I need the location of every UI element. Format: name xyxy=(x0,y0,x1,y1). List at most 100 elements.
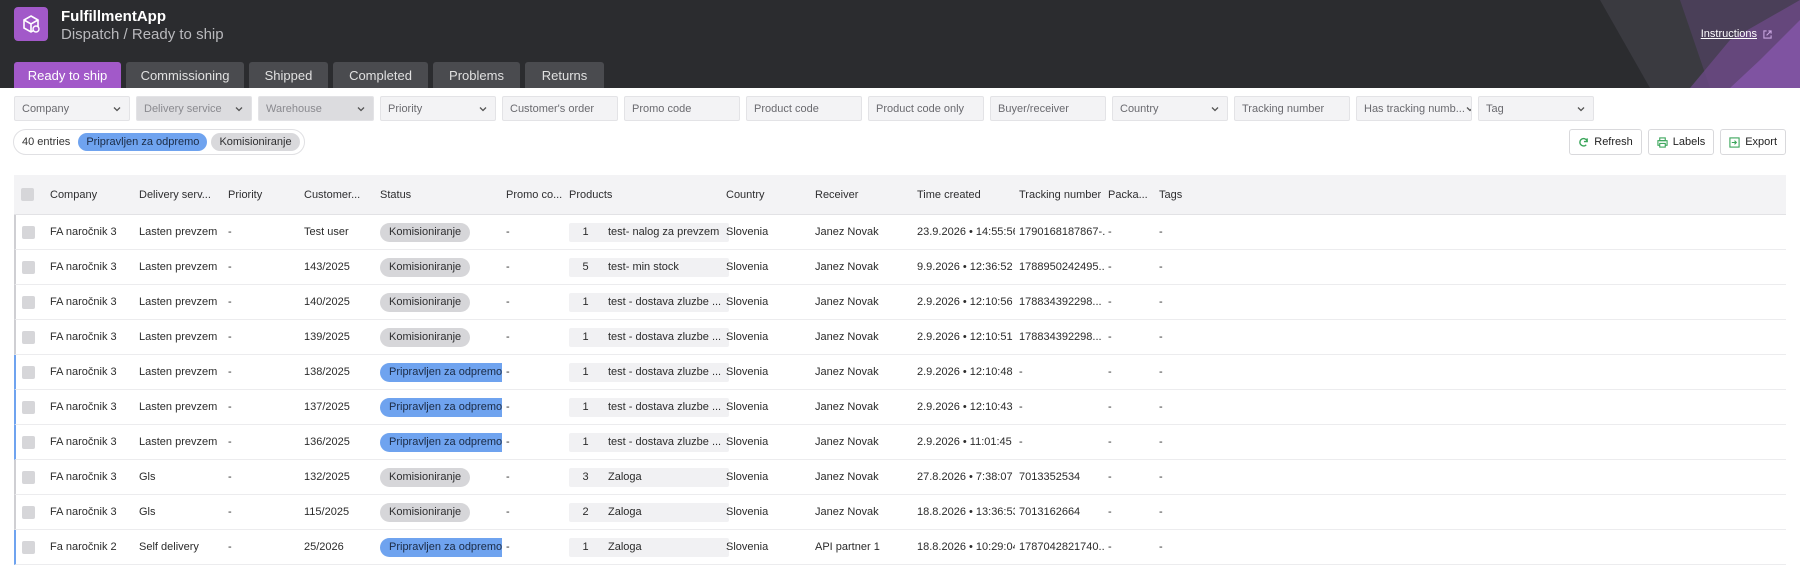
product-item[interactable]: 5 test- min stock xyxy=(569,257,729,277)
table-row[interactable]: FA naročnik 3 Lasten prevzem -137/2025 Prip… xyxy=(14,390,1786,425)
product-item[interactable]: 1 test - dostava zluzbe ... xyxy=(569,432,729,452)
cell-tags: - xyxy=(1159,250,1219,284)
cell-text: API partner 1 xyxy=(815,541,880,553)
table-row[interactable]: FA naročnik 3 Lasten prevzem -139/2025 Komi… xyxy=(14,320,1786,355)
checkbox-box xyxy=(21,188,34,201)
tab-commissioning[interactable]: Commissioning xyxy=(126,62,244,88)
column-header-order[interactable]: Customer... xyxy=(304,175,376,214)
cell-tracking: 1790168187867-... xyxy=(1019,215,1105,249)
cell-time: 2.9.2026 • 12:10:43 xyxy=(917,390,1015,424)
product-code-only-input[interactable]: Product code only xyxy=(868,96,984,121)
product-item[interactable]: 3 Zaloga xyxy=(569,467,729,487)
export-button[interactable]: Export xyxy=(1720,129,1786,155)
promo-code-input[interactable]: Promo code xyxy=(624,96,740,121)
printer-icon xyxy=(1657,136,1668,148)
cell-receiver: Janez Novak xyxy=(815,285,913,319)
column-header-tags[interactable]: Tags xyxy=(1159,175,1219,214)
cell-delivery: Lasten prevzem xyxy=(139,250,225,284)
cell-package: - xyxy=(1108,425,1156,459)
column-header-products[interactable]: Products xyxy=(569,175,729,214)
row-checkbox[interactable] xyxy=(22,425,35,459)
product-code-input[interactable]: Product code xyxy=(746,96,862,121)
column-header-status[interactable]: Status xyxy=(380,175,502,214)
status-badge: Komisioniranje xyxy=(380,467,471,487)
row-checkbox[interactable] xyxy=(22,390,35,424)
cell-text: - xyxy=(1108,506,1112,518)
product-item[interactable]: 1 test - dostava zluzbe ... xyxy=(569,362,729,382)
country-select[interactable]: Country xyxy=(1112,96,1228,121)
product-item[interactable]: 1 test- nalog za prevzem xyxy=(569,222,729,242)
tab-returns[interactable]: Returns xyxy=(525,62,604,88)
tracking-number-input[interactable]: Tracking number xyxy=(1234,96,1350,121)
column-header-company[interactable]: Company xyxy=(50,175,136,214)
refresh-button[interactable]: Refresh xyxy=(1569,129,1642,155)
chevron-down-icon xyxy=(1466,106,1471,111)
column-header-time[interactable]: Time created xyxy=(917,175,1015,214)
tab-problems[interactable]: Problems xyxy=(433,62,520,88)
table-row[interactable]: FA naročnik 3 Lasten prevzem -143/2025 Komi… xyxy=(14,250,1786,285)
cell-tracking: 7013162664 xyxy=(1019,495,1105,529)
row-checkbox[interactable] xyxy=(22,215,35,249)
cell-tracking: 1788950242495... xyxy=(1019,250,1105,284)
customer-s-order-input[interactable]: Customer's order xyxy=(502,96,618,121)
cell-priority: - xyxy=(228,250,300,284)
row-checkbox[interactable] xyxy=(22,285,35,319)
product-item[interactable]: 2 Zaloga xyxy=(569,502,729,522)
table-row[interactable]: Fa naročnik 2 Self delivery - 25/2026 Pripra… xyxy=(14,530,1786,565)
table-row[interactable]: FA naročnik 3 Lasten prevzem -138/2025 Prip… xyxy=(14,355,1786,390)
status-chip-ready[interactable]: Pripravljen za odpremo xyxy=(78,133,208,151)
cell-promo: - xyxy=(506,530,566,564)
tab-ready-to-ship[interactable]: Ready to ship xyxy=(14,62,121,88)
table-row[interactable]: FA naročnik 3 Lasten prevzem -136/2025 Prip… xyxy=(14,425,1786,460)
table-row[interactable]: FA naročnik 3 Gls - 132/2025 Komisioniranje -… xyxy=(14,460,1786,495)
product-item[interactable]: 1 test - dostava zluzbe ... xyxy=(569,327,729,347)
table-body: FA naročnik 3 Lasten prevzem - Test user Kom… xyxy=(14,215,1786,565)
tab-completed[interactable]: Completed xyxy=(333,62,428,88)
status-chip-picking[interactable]: Komisioniranje xyxy=(211,133,300,151)
cell-time: 9.9.2026 • 12:36:52 xyxy=(917,250,1015,284)
cell-tags: - xyxy=(1159,390,1219,424)
instructions-link[interactable]: Instructions xyxy=(1701,28,1772,40)
row-checkbox[interactable] xyxy=(22,320,35,354)
company-select[interactable]: Company xyxy=(14,96,130,121)
cell-status: Komisioniranje xyxy=(380,215,502,249)
app-logo[interactable] xyxy=(14,7,48,41)
table-row[interactable]: FA naročnik 3 Gls - 115/2025 Komisioniranje -… xyxy=(14,495,1786,530)
column-header-receiver[interactable]: Receiver xyxy=(815,175,913,214)
labels-button[interactable]: Labels xyxy=(1647,129,1715,155)
cell-order: 136/2025 xyxy=(304,425,376,459)
column-header-delivery[interactable]: Delivery serv... xyxy=(139,175,225,214)
cell-text: - xyxy=(1108,471,1112,483)
cell-text: - xyxy=(228,261,232,273)
has-tracking-numb-select[interactable]: Has tracking numb... xyxy=(1356,96,1472,121)
product-name: Zaloga xyxy=(608,541,642,553)
product-item[interactable]: 1 Zaloga xyxy=(569,537,729,557)
cell-products: 1 test - dostava zluzbe ... xyxy=(569,390,729,424)
table-row[interactable]: FA naročnik 3 Lasten prevzem - Test user Kom… xyxy=(14,215,1786,250)
row-checkbox[interactable] xyxy=(22,250,35,284)
tag-select[interactable]: Tag xyxy=(1478,96,1594,121)
cell-status: Pripravljen za odpremo xyxy=(380,355,502,389)
column-header-tracking[interactable]: Tracking number xyxy=(1019,175,1105,214)
product-item[interactable]: 1 test - dostava zluzbe ... xyxy=(569,292,729,312)
column-header-package[interactable]: Packa... xyxy=(1108,175,1156,214)
tab-shipped[interactable]: Shipped xyxy=(249,62,328,88)
column-header-promo[interactable]: Promo co... xyxy=(506,175,566,214)
column-header-country[interactable]: Country xyxy=(726,175,812,214)
filter-placeholder: Warehouse xyxy=(266,102,322,115)
cell-text: FA naročnik 3 xyxy=(50,366,117,378)
cell-receiver: Janez Novak xyxy=(815,390,913,424)
cell-country: Slovenia xyxy=(726,355,812,389)
product-item[interactable]: 1 test - dostava zluzbe ... xyxy=(569,397,729,417)
column-header-priority[interactable]: Priority xyxy=(228,175,300,214)
product-quantity: 1 xyxy=(582,331,589,343)
row-checkbox[interactable] xyxy=(22,495,35,529)
row-checkbox[interactable] xyxy=(22,530,35,564)
row-checkbox[interactable] xyxy=(22,355,35,389)
priority-select[interactable]: Priority xyxy=(380,96,496,121)
row-checkbox[interactable] xyxy=(22,460,35,494)
buyer-receiver-input[interactable]: Buyer/receiver xyxy=(990,96,1106,121)
checkbox-box xyxy=(22,260,35,274)
table-row[interactable]: FA naročnik 3 Lasten prevzem -140/2025 Komi… xyxy=(14,285,1786,320)
select-all-checkbox[interactable] xyxy=(21,175,34,214)
